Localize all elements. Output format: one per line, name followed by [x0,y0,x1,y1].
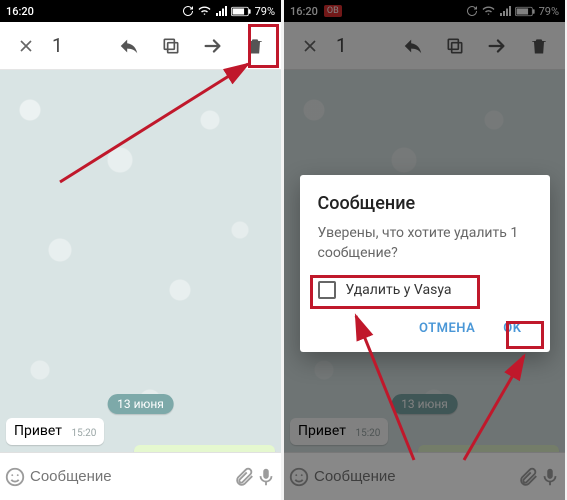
message-time: 15:20 [72,428,97,439]
status-bar: 16:20 79% [0,0,281,22]
reply-button[interactable] [109,26,149,66]
chat-area[interactable]: 13 июня Привет 15:20 Как дела? 15:20 ✓✓ [0,70,281,452]
message-text: Привет [14,423,62,439]
battery-percent: 79% [255,5,275,18]
forward-button[interactable] [193,26,233,66]
status-clock: 16:20 [6,5,34,18]
checkbox-label: Удалить у Vasya [346,282,452,298]
date-separator: 13 июня [107,394,174,414]
dialog-checkbox-row[interactable]: Удалить у Vasya [318,277,532,309]
attach-button[interactable] [233,459,255,495]
checkbox-icon[interactable] [318,281,336,299]
signal-icon [215,5,227,17]
message-outgoing[interactable]: Как дела? 15:20 ✓✓ [134,445,275,452]
emoji-button[interactable] [4,459,26,495]
copy-button[interactable] [151,26,191,66]
battery-icon [231,6,251,17]
composer [0,452,281,500]
message-text: Как дела? [142,450,208,452]
dialog-body: Уверены, что хотите удалить 1 сообщение? [318,224,532,263]
phone-right: 16:20 OB 79% 1 13 июня Привет 15:20 Как … [284,0,565,500]
sync-icon [182,5,194,17]
phone-left: 16:20 79% 1 13 июня Привет 15:20 [0,0,281,500]
message-incoming[interactable]: Привет 15:20 [6,418,104,445]
dialog-cancel-button[interactable]: ОТМЕНА [409,313,485,344]
selection-toolbar: 1 [0,22,281,70]
dialog-scrim[interactable]: Сообщение Уверены, что хотите удалить 1 … [284,0,565,500]
dialog-actions: ОТМЕНА OK [318,313,532,344]
close-selection-button[interactable] [6,26,46,66]
delete-confirm-dialog: Сообщение Уверены, что хотите удалить 1 … [300,175,550,352]
wifi-icon [198,5,211,17]
delete-button[interactable] [235,26,275,66]
message-input[interactable] [26,468,233,485]
mic-button[interactable] [255,459,277,495]
dialog-ok-button[interactable]: OK [493,313,531,344]
dialog-title: Сообщение [318,193,532,214]
selected-count: 1 [52,34,63,57]
